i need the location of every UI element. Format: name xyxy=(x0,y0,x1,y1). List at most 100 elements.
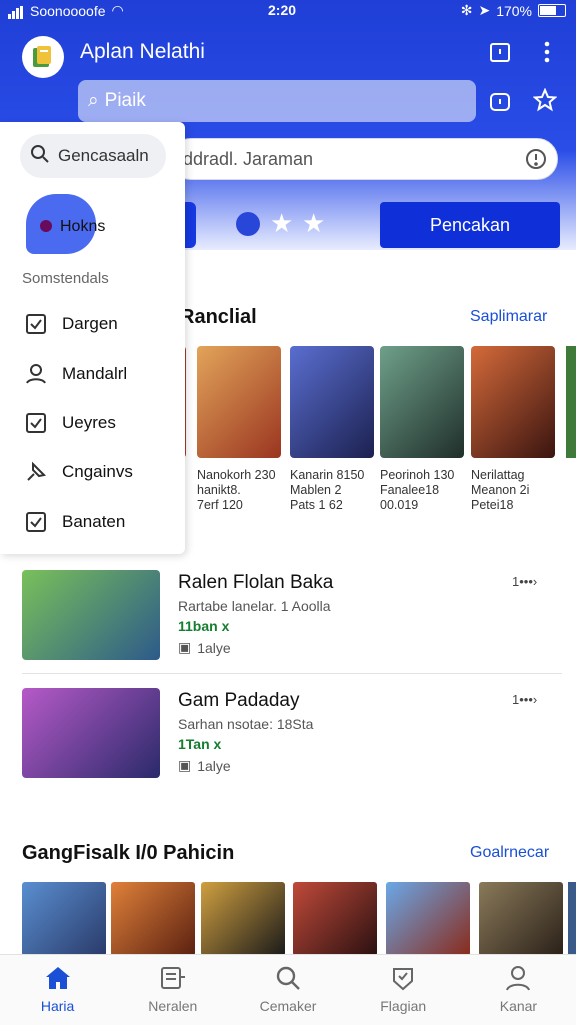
list-thumbnail xyxy=(22,570,160,660)
card-line2: Mablen 2 xyxy=(290,483,342,497)
game-cover-image xyxy=(290,346,374,458)
see-all-link[interactable]: Saplimarar xyxy=(470,308,547,326)
card-line3: 00.019 xyxy=(380,498,419,512)
card-line1: Nerilattag xyxy=(471,468,525,482)
nav-label: Flagian xyxy=(380,998,427,1014)
bluetooth-icon: ✻ xyxy=(460,2,473,18)
app-title: Aplan Nelathi xyxy=(80,40,205,63)
filter-icon[interactable] xyxy=(486,88,514,116)
more-link[interactable]: 1•••› xyxy=(512,692,537,707)
favorite-star-icon[interactable] xyxy=(531,86,559,114)
nav-label: Cemaker xyxy=(259,998,317,1014)
game-thumbnail[interactable] xyxy=(201,882,285,956)
nav-label: Kanar xyxy=(499,998,538,1014)
nav-label: Haria xyxy=(40,998,75,1014)
game-thumbnail[interactable] xyxy=(22,882,106,956)
checkbox-icon xyxy=(24,312,48,336)
more-link[interactable]: 1•••› xyxy=(512,574,537,589)
search-icon: ⌕ xyxy=(88,90,99,111)
list-item[interactable]: Gam Padaday Sarhan nsotae: 18Sta 1Tan x … xyxy=(22,688,562,780)
game-thumbnail[interactable] xyxy=(479,882,563,956)
card-line3: Pats 1 62 xyxy=(290,498,343,512)
more-options-icon[interactable] xyxy=(533,38,561,66)
nav-item-badge[interactable]: Flagian xyxy=(346,955,461,1025)
list-subtitle: Sarhan nsotae: 18Sta xyxy=(178,716,314,732)
game-thumbnail[interactable] xyxy=(293,882,377,956)
nav-item-home[interactable]: Haria xyxy=(0,955,115,1025)
list-title: Gam Padaday xyxy=(178,690,300,711)
badge-text: 1alye xyxy=(197,757,231,774)
tag-icon: ▣ xyxy=(178,639,192,655)
drawer-item-cngainvs[interactable]: Cngainvs xyxy=(24,460,133,484)
drawer-item-label: Mandalrl xyxy=(62,364,128,383)
card-line2: hanikt8. xyxy=(197,483,241,497)
card-line2: Fanalee18 xyxy=(380,483,440,497)
card-line3: Petei18 xyxy=(471,498,514,512)
section-title: GangFisalk I/0 Pahicin xyxy=(22,842,235,864)
bottom-navigation: Haria Neralen Cemaker Flagian Kanar xyxy=(0,954,576,1025)
tag-icon: ▣ xyxy=(178,757,192,773)
home-icon xyxy=(44,965,72,994)
carrier-label: Soonoooofe xyxy=(30,2,106,19)
section-title: Ranclial xyxy=(180,306,257,328)
signal-icon xyxy=(8,3,24,19)
search-icon xyxy=(274,965,302,994)
rating-star-icon: ★ xyxy=(302,208,326,238)
list-item[interactable]: Ralen Flolan Baka Rartabe lanelar. 1 Aoo… xyxy=(22,570,562,662)
drawer-item-banaten[interactable]: Banaten xyxy=(24,510,125,534)
game-card[interactable]: Nerilattag Meanon 2i Petei18 xyxy=(471,346,555,513)
battery-percent: 170% xyxy=(496,2,532,19)
checkbox-icon xyxy=(24,411,48,435)
search-input[interactable]: ⌕ Piaik xyxy=(78,80,476,122)
list-price: 1Tan x xyxy=(178,736,222,752)
game-thumbnail[interactable] xyxy=(386,882,470,956)
badge-text: 1alye xyxy=(197,639,231,656)
list-price: 11ban x xyxy=(178,618,230,634)
secondary-search-field[interactable]: ddradl. Jaraman xyxy=(170,138,558,180)
drawer-item-mandalrl[interactable]: Mandalrl xyxy=(24,362,127,386)
pin-icon xyxy=(24,460,48,484)
person-icon xyxy=(24,362,48,386)
list-icon xyxy=(159,965,187,994)
card-line3: 7erf 120 xyxy=(197,498,243,512)
search-icon xyxy=(30,144,50,169)
battery-icon xyxy=(538,4,566,17)
divider xyxy=(22,673,562,674)
see-all-link[interactable]: Goalrnecar xyxy=(470,844,549,862)
list-subtitle: Rartabe lanelar. 1 Aoolla xyxy=(178,598,331,614)
secondary-search-text: ddradl. Jaraman xyxy=(183,148,314,169)
drawer-search-input[interactable]: Gencasaaln xyxy=(20,134,166,178)
info-icon[interactable] xyxy=(525,148,547,175)
game-cover-image xyxy=(471,346,555,458)
card-line1: Nanokorh 230 xyxy=(197,468,276,482)
drawer-item-dargen[interactable]: Dargen xyxy=(24,312,118,336)
primary-action-button[interactable]: Pencakan xyxy=(380,202,560,248)
list-badge: ▣ 1alye xyxy=(178,639,231,656)
game-card[interactable]: Peorinoh 130 Fanalee18 00.019 xyxy=(380,346,464,513)
drawer-item-label: Cngainvs xyxy=(62,462,133,481)
game-thumbnail-partial[interactable] xyxy=(568,882,576,956)
nav-item-profile[interactable]: Kanar xyxy=(461,955,576,1025)
game-thumbnail[interactable] xyxy=(111,882,195,956)
nav-item-list[interactable]: Neralen xyxy=(115,955,230,1025)
navigation-drawer: Gencasaaln Hokns Somstendals Dargen Mand… xyxy=(0,122,185,554)
card-line1: Peorinoh 130 xyxy=(380,468,455,482)
game-card[interactable]: Nanokorh 230 hanikt8. 7erf 120 xyxy=(197,346,281,513)
nav-item-search[interactable]: Cemaker xyxy=(230,955,345,1025)
toggle-dot[interactable] xyxy=(236,212,260,236)
card-image-partial[interactable] xyxy=(566,346,576,458)
card-line1: Kanarin 8150 xyxy=(290,468,365,482)
calendar-icon[interactable] xyxy=(486,38,514,66)
drawer-item-ueyres[interactable]: Ueyres xyxy=(24,411,116,435)
drawer-item-active[interactable]: Hokns xyxy=(60,218,105,236)
drawer-item-label: Banaten xyxy=(62,512,126,531)
nav-label: Neralen xyxy=(148,998,198,1014)
location-icon: ➤ xyxy=(478,2,491,18)
game-card[interactable]: Kanarin 8150 Mablen 2 Pats 1 62 xyxy=(290,346,374,513)
drawer-section-label: Somstendals xyxy=(22,270,109,287)
card-line2: Meanon 2i xyxy=(471,483,530,497)
rating-star-icon: ★ xyxy=(270,208,294,238)
wifi-icon: ◠ xyxy=(111,2,124,18)
active-dot-icon xyxy=(40,220,52,232)
search-placeholder: Piaik xyxy=(104,90,146,111)
